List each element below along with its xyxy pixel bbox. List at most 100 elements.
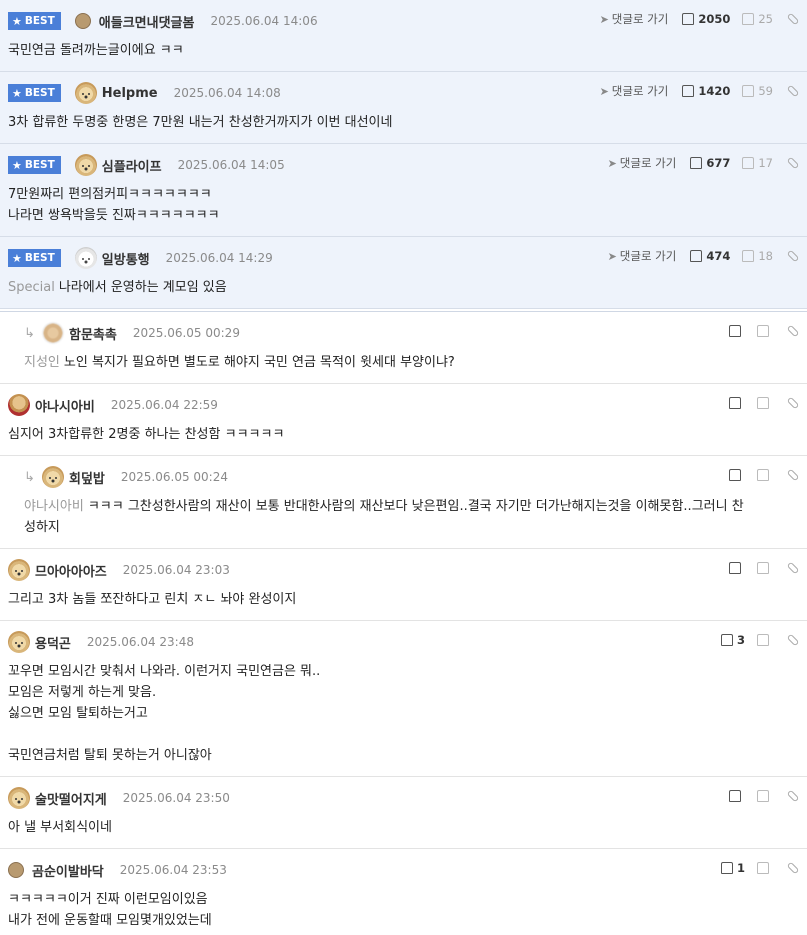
downvote-button[interactable] (757, 397, 773, 409)
downvote-button[interactable]: 25 (742, 12, 773, 26)
downvote-button[interactable]: 18 (742, 249, 773, 263)
upvote-count: 1 (736, 861, 745, 875)
avatar[interactable] (42, 466, 64, 488)
timestamp: 2025.06.04 23:48 (86, 635, 194, 649)
comment-body: 심지어 3차합류한 2명중 하나는 찬성함 ㅋㅋㅋㅋㅋ (8, 424, 799, 445)
upvote-button[interactable]: 474 (690, 249, 730, 263)
link-icon[interactable] (786, 633, 800, 647)
avatar[interactable] (74, 154, 97, 176)
upvote-button[interactable] (729, 562, 745, 574)
upvote-button[interactable]: 2050 (682, 12, 730, 26)
downvote-button[interactable] (757, 790, 773, 802)
link-icon[interactable] (786, 249, 800, 263)
upvote-button[interactable] (729, 325, 745, 337)
thumbs-down-icon (742, 85, 755, 97)
thumbs-down-icon (757, 634, 769, 646)
comment-item: ★ BEST 애들크면내댓글봄 2025.06.04 14:06 ➤ 댓글로 가기 2050… (0, 0, 807, 72)
thumbs-down-icon (742, 250, 755, 262)
link-icon[interactable] (786, 12, 800, 26)
comment-body: 꼬우면 모임시간 맞춰서 나와라. 이런거지 국민연금은 뭐.. 모임은 저렇게… (8, 661, 799, 766)
upvote-count: 2050 (698, 12, 731, 26)
goto-comment-link[interactable]: ➤ 댓글로 가기 (600, 11, 669, 27)
upvote-button[interactable]: 3 (720, 633, 745, 647)
comment-line: 7만원짜리 편의점커피ㅋㅋㅋㅋㅋㅋㅋ (8, 187, 212, 202)
downvote-button[interactable] (757, 562, 773, 574)
avatar[interactable] (8, 559, 30, 581)
upvote-button[interactable]: 677 (690, 156, 730, 170)
upvote-button[interactable]: 1 (720, 861, 745, 875)
downvote-button[interactable]: 17 (742, 156, 773, 170)
timestamp: 2025.06.04 23:50 (122, 791, 230, 805)
best-badge: ★ BEST (8, 249, 61, 267)
reply-comment: ↳ 회덮밥 2025.06.05 00:24 야나시아비 ㅋㅋㅋ 그찬성한사람의 재산이… (0, 456, 807, 549)
downvote-button[interactable] (757, 862, 773, 874)
timestamp: 2025.06.05 00:24 (120, 470, 228, 484)
nickname[interactable]: 심플라이프 (102, 156, 162, 175)
downvote-button[interactable] (757, 325, 773, 337)
thumbs-down-icon (757, 562, 769, 574)
link-icon[interactable] (786, 561, 800, 575)
thumbs-up-icon (720, 634, 733, 646)
nickname[interactable]: 함문촉촉 (69, 324, 117, 343)
downvote-button[interactable] (757, 469, 773, 481)
avatar[interactable] (74, 82, 97, 104)
link-icon[interactable] (786, 468, 800, 482)
comment-line: 나라면 쌍욕박을듯 진짜ㅋㅋㅋㅋㅋㅋㅋ (8, 208, 220, 223)
nickname[interactable]: 일방통행 (102, 249, 150, 268)
timestamp: 2025.06.04 14:05 (177, 158, 285, 172)
timestamp: 2025.06.04 14:06 (210, 14, 318, 28)
avatar[interactable] (42, 322, 64, 344)
nickname[interactable]: 므아아아아즈 (35, 561, 107, 580)
upvote-button[interactable]: 1420 (682, 84, 730, 98)
link-icon[interactable] (786, 324, 800, 338)
avatar[interactable] (8, 394, 30, 416)
avatar[interactable] (8, 862, 24, 878)
nickname[interactable]: 술맛떨어지게 (35, 789, 107, 808)
avatar[interactable] (8, 787, 30, 809)
link-icon[interactable] (786, 789, 800, 803)
avatar[interactable] (8, 631, 30, 653)
send-arrow-icon: ➤ (607, 156, 617, 170)
thumbs-up-icon (720, 862, 733, 874)
avatar[interactable] (74, 13, 91, 29)
nickname[interactable]: Helpme (102, 86, 158, 101)
goto-comment-label: 댓글로 가기 (611, 84, 669, 98)
timestamp: 2025.06.05 00:29 (132, 326, 240, 340)
goto-comment-link[interactable]: ➤ 댓글로 가기 (608, 248, 677, 264)
goto-comment-link[interactable]: ➤ 댓글로 가기 (600, 83, 669, 99)
comment-body: ㅋㅋㅋㅋㅋ이거 진짜 이런모임이있음 내가 전에 운동할때 모임몇개있었는데 (8, 889, 799, 931)
upvote-button[interactable] (729, 790, 745, 802)
nickname[interactable]: 용덕곤 (35, 633, 71, 652)
timestamp: 2025.06.04 14:29 (165, 251, 273, 265)
upvote-count: 474 (706, 249, 731, 263)
timestamp: 2025.06.04 23:03 (122, 563, 230, 577)
best-badge: ★ BEST (8, 156, 61, 174)
comment-line: 국민연금 돌려까는글이에요 ㅋㅋ (8, 43, 184, 58)
avatar[interactable] (74, 247, 97, 269)
downvote-button[interactable]: 59 (742, 84, 773, 98)
comment-line: 성하지 (24, 520, 60, 535)
link-icon[interactable] (786, 861, 800, 875)
best-badge-label: BEST (24, 252, 55, 264)
nickname[interactable]: 애들크면내댓글봄 (99, 12, 195, 31)
upvote-button[interactable] (729, 397, 745, 409)
downvote-count: 18 (758, 249, 773, 263)
upvote-count: 677 (706, 156, 731, 170)
thumbs-up-icon (729, 325, 741, 337)
nickname[interactable]: 회덮밥 (69, 468, 105, 487)
comment-item: ★ BEST 심플라이프 2025.06.04 14:05 ➤ 댓글로 가기 677 17 7만… (0, 144, 807, 237)
link-icon[interactable] (786, 156, 800, 170)
goto-comment-link[interactable]: ➤ 댓글로 가기 (608, 155, 677, 171)
thumbs-down-icon (757, 397, 769, 409)
comment-line: ㅋㅋㅋ 그찬성한사람의 재산이 보통 반대한사람의 재산보다 낮은편임..결국 … (87, 499, 744, 514)
nickname[interactable]: 야나시아비 (35, 396, 95, 415)
upvote-count: 3 (736, 633, 745, 647)
comment-item: 야나시아비 2025.06.04 22:59 심지어 3차합류한 2명중 하나는 찬… (0, 384, 807, 456)
link-icon[interactable] (786, 84, 800, 98)
nickname[interactable]: 곰순이발바닥 (32, 861, 104, 880)
link-icon[interactable] (786, 396, 800, 410)
comment-actions (729, 322, 800, 340)
downvote-button[interactable] (757, 634, 773, 646)
star-icon: ★ (12, 251, 22, 265)
upvote-button[interactable] (729, 469, 745, 481)
